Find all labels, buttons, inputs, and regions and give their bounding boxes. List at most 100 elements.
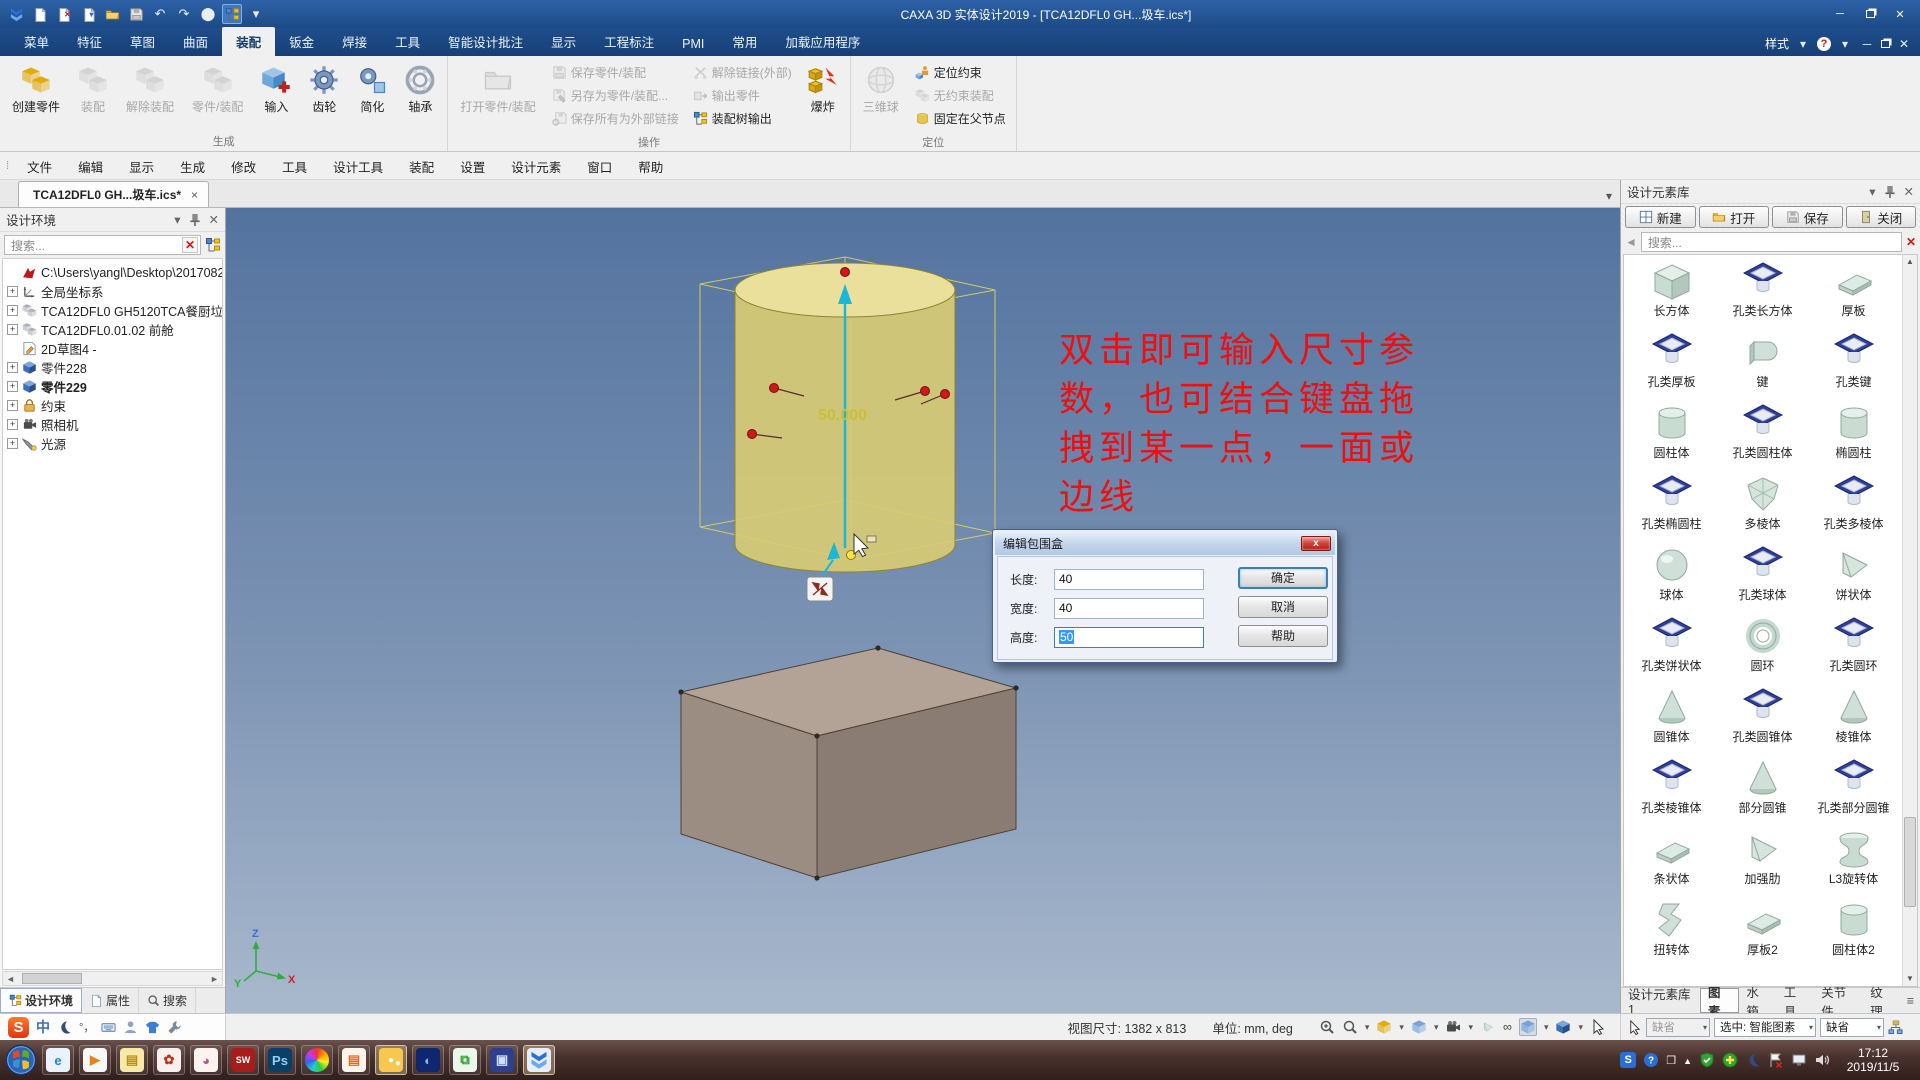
- style-dropdown[interactable]: 样式: [1765, 35, 1789, 52]
- skin-icon[interactable]: [145, 1020, 160, 1035]
- library-tab-工具[interactable]: 工具: [1777, 988, 1814, 1013]
- length-input[interactable]: 40: [1054, 569, 1204, 590]
- style-caret-icon[interactable]: ▾: [1795, 37, 1811, 51]
- expand-icon[interactable]: +: [7, 324, 18, 335]
- presentation-icon[interactable]: ▤: [338, 1045, 370, 1075]
- help-button[interactable]: 帮助: [1238, 625, 1328, 647]
- render-sphere-icon[interactable]: ⬤: [198, 4, 218, 24]
- 3d-viewport[interactable]: 50.000: [226, 208, 1620, 1013]
- person-icon[interactable]: [123, 1020, 138, 1035]
- library-tab-设计元素库1[interactable]: 设计元素库1: [1621, 988, 1700, 1013]
- menu-item-编辑[interactable]: 编辑: [65, 156, 116, 180]
- menu-item-生成[interactable]: 生成: [167, 156, 218, 180]
- ribbon-button-输入[interactable]: 输入: [253, 58, 299, 132]
- expand-icon[interactable]: +: [7, 305, 18, 316]
- ribbon-button-定位约束[interactable]: 定位约束: [911, 62, 1010, 83]
- clear-search-icon[interactable]: ✕: [182, 237, 198, 253]
- library-button-保存[interactable]: 保存: [1772, 206, 1843, 228]
- library-item-扭转体[interactable]: 扭转体: [1626, 900, 1717, 957]
- open-folder-icon[interactable]: [102, 4, 122, 24]
- import-doc-icon[interactable]: ▾: [78, 4, 98, 24]
- flag-icon[interactable]: [1768, 1052, 1784, 1068]
- help-icon[interactable]: ?: [1817, 37, 1831, 51]
- help-icon[interactable]: [1643, 1052, 1659, 1068]
- panel-dropdown-icon[interactable]: ▾: [174, 212, 180, 228]
- library-item-厚板[interactable]: 厚板: [1808, 261, 1899, 318]
- camera-view-icon[interactable]: [1445, 1019, 1461, 1035]
- left-tab-设计环境[interactable]: 设计环境: [0, 988, 82, 1013]
- keyboard-icon[interactable]: [101, 1020, 116, 1035]
- color-wheel-icon[interactable]: [301, 1045, 333, 1075]
- left-tab-搜索[interactable]: 搜索: [139, 988, 196, 1013]
- view-cube-icon[interactable]: [1376, 1019, 1392, 1035]
- tree-item-光源[interactable]: +光源: [5, 434, 222, 453]
- shade-cube-icon[interactable]: [1411, 1019, 1427, 1035]
- style-combo[interactable]: 缺省▾: [1646, 1018, 1710, 1037]
- tree-item-零件229[interactable]: +零件229: [5, 377, 222, 396]
- tree-item-C:\Users\yangl\Desktop\20170822[interactable]: C:\Users\yangl\Desktop\20170822: [5, 263, 222, 282]
- library-item-孔类椭圆柱[interactable]: 孔类椭圆柱: [1626, 474, 1717, 531]
- library-item-孔类棱锥体[interactable]: 孔类棱锥体: [1626, 758, 1717, 815]
- zoom-window-icon[interactable]: [1342, 1019, 1358, 1035]
- ribbon-tab-钣金[interactable]: 钣金: [275, 27, 328, 56]
- toolbox-icon[interactable]: [167, 1020, 182, 1035]
- library-tabs-overflow-icon[interactable]: ≡: [1901, 988, 1920, 1013]
- ribbon-tab-装配[interactable]: 装配: [222, 27, 275, 56]
- library-back-icon[interactable]: ◄: [1625, 235, 1637, 249]
- library-clear-search-icon[interactable]: ✕: [1906, 235, 1916, 249]
- library-item-圆锥体[interactable]: 圆锥体: [1626, 687, 1717, 744]
- scrollbar-thumb[interactable]: [1904, 817, 1916, 907]
- ribbon-tab-草图[interactable]: 草图: [116, 27, 169, 56]
- blue-orb-icon[interactable]: ◐: [412, 1045, 444, 1075]
- tree-item-TCA12DFL0 GH5120TCA餐厨垃圾[interactable]: +TCA12DFL0 GH5120TCA餐厨垃圾: [5, 301, 222, 320]
- zoom-in-icon[interactable]: [1319, 1019, 1335, 1035]
- caxa-logo-icon[interactable]: [6, 4, 26, 24]
- library-item-长方体[interactable]: 长方体: [1626, 261, 1717, 318]
- library-item-孔类圆柱体[interactable]: 孔类圆柱体: [1717, 403, 1808, 460]
- ribbon-tab-常用[interactable]: 常用: [718, 27, 771, 56]
- toolbar-grip[interactable]: ⁞: [0, 160, 14, 172]
- redo-icon[interactable]: ↷: [174, 4, 194, 24]
- menu-item-设计工具[interactable]: 设计工具: [320, 156, 396, 180]
- doc-close-button[interactable]: ✕: [1896, 37, 1912, 51]
- library-item-部分圆锥[interactable]: 部分圆锥: [1717, 758, 1808, 815]
- photoshop-icon[interactable]: Ps: [264, 1045, 296, 1075]
- library-item-孔类球体[interactable]: 孔类球体: [1717, 545, 1808, 602]
- render-style-combo[interactable]: 缺省▾: [1820, 1018, 1884, 1037]
- tab-list-chevron-icon[interactable]: ▾: [1598, 189, 1620, 207]
- menu-item-工具[interactable]: 工具: [269, 156, 320, 180]
- perspective-icon[interactable]: ∞: [1503, 1020, 1512, 1034]
- library-item-孔类键[interactable]: 孔类键: [1808, 332, 1899, 389]
- library-item-厚板2[interactable]: 厚板2: [1717, 900, 1808, 957]
- tree-item-约束[interactable]: +约束: [5, 396, 222, 415]
- expand-icon[interactable]: +: [7, 381, 18, 392]
- expand-icon[interactable]: +: [7, 438, 18, 449]
- media-player-icon[interactable]: ▶: [79, 1045, 111, 1075]
- menu-item-设置[interactable]: 设置: [447, 156, 498, 180]
- doc-minimize-button[interactable]: ─: [1859, 37, 1875, 51]
- library-item-圆柱体2[interactable]: 圆柱体2: [1808, 900, 1899, 957]
- height-input[interactable]: 50: [1054, 627, 1204, 648]
- library-tab-关节件[interactable]: 关节件: [1814, 988, 1863, 1013]
- design-element-icon[interactable]: [222, 4, 242, 24]
- ribbon-tab-焊接[interactable]: 焊接: [328, 27, 381, 56]
- ribbon-button-爆炸[interactable]: 爆炸: [800, 58, 846, 133]
- ribbon-tab-曲面[interactable]: 曲面: [169, 27, 222, 56]
- solidworks-icon[interactable]: SW: [227, 1045, 259, 1075]
- ribbon-button-齿轮[interactable]: 齿轮: [301, 58, 347, 132]
- ribbon-button-轴承[interactable]: 轴承: [397, 58, 443, 132]
- library-item-孔类圆环[interactable]: 孔类圆环: [1808, 616, 1899, 673]
- ribbon-tab-加载应用程序[interactable]: 加载应用程序: [771, 27, 874, 56]
- start-button[interactable]: [4, 1043, 38, 1077]
- sogou-logo-icon[interactable]: S: [8, 1017, 29, 1038]
- expand-icon[interactable]: +: [7, 362, 18, 373]
- menu-item-显示[interactable]: 显示: [116, 156, 167, 180]
- selection-filter-combo[interactable]: 选中: 智能图素▾: [1714, 1018, 1816, 1037]
- tree-item-零件228[interactable]: +零件228: [5, 358, 222, 377]
- menu-item-装配[interactable]: 装配: [396, 156, 447, 180]
- tree-item-2D草图4 -[interactable]: 2D草图4 -: [5, 339, 222, 358]
- ribbon-tab-PMI[interactable]: PMI: [668, 32, 718, 56]
- cancel-button[interactable]: 取消: [1238, 596, 1328, 618]
- ribbon-button-简化[interactable]: 简化: [349, 58, 395, 132]
- ok-button[interactable]: 确定: [1238, 567, 1328, 589]
